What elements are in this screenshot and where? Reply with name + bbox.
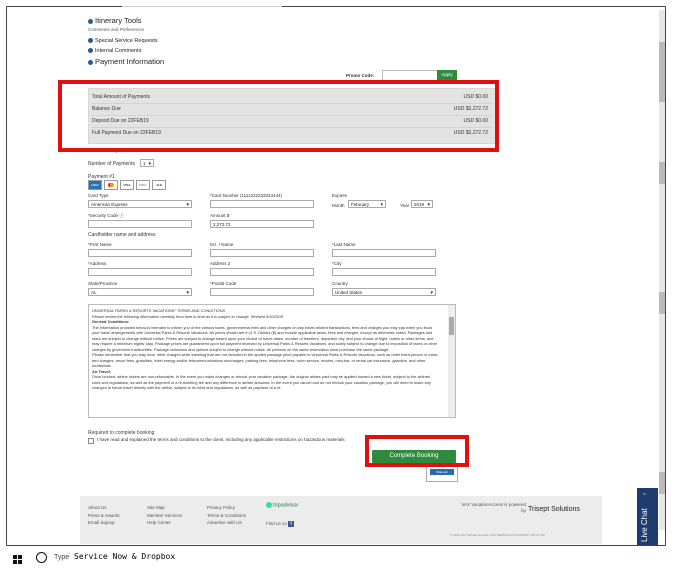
sitelock-badge[interactable]: SiteLock SECURE <box>426 466 458 482</box>
top-divider <box>122 6 282 7</box>
expires-label: Expires <box>332 193 348 198</box>
footer-link[interactable]: Site Map <box>147 504 182 512</box>
payment-info-heading[interactable]: Payment Information <box>88 57 164 66</box>
live-chat-button[interactable]: ▫ Live Chat <box>637 488 658 545</box>
address-label: *Address <box>88 261 107 266</box>
mi-label: M.I. / Name <box>210 242 234 247</box>
cortana-icon[interactable] <box>36 552 47 563</box>
discover-logo: DISC <box>136 180 150 190</box>
footer-col-2: Site Map Member Services Help Center <box>147 504 182 527</box>
num-payments-select[interactable]: 1 <box>140 159 154 168</box>
card-logos: AMEX VISA DISC JCB <box>88 180 168 190</box>
card-number-label: *Card Number (1111222233334444) <box>210 193 283 198</box>
itinerary-tools-heading[interactable]: Itinerary Tools <box>88 16 142 25</box>
security-code-input[interactable] <box>88 220 192 228</box>
footer-link[interactable]: Press & Awards <box>88 512 120 520</box>
address2-input[interactable] <box>210 268 314 276</box>
country-select[interactable]: United States <box>332 288 436 297</box>
search-hint[interactable]: Type <box>54 554 69 561</box>
internal-comments-link[interactable]: Internal Comments <box>88 48 141 54</box>
taskbar: Type Service Now & Dropbox <box>0 546 674 572</box>
last-name-label: *Last Name <box>332 242 356 247</box>
address2-label: Address 2 <box>210 261 231 266</box>
visa-logo: VISA <box>120 180 134 190</box>
required-label: Required to complete booking <box>88 430 155 436</box>
terms-checkbox[interactable] <box>88 438 94 444</box>
trisept-logo: Trisept Solutions <box>528 506 580 513</box>
terms-text: UNIVERSAL PARKS & RESORTS VACATIONS* TER… <box>92 308 439 390</box>
address-input[interactable] <box>88 268 192 276</box>
facebook-icon: f <box>288 520 295 527</box>
footer-link[interactable]: Email Signup <box>88 519 120 527</box>
card-type-select[interactable]: American Express <box>88 200 192 209</box>
circle-chevron-icon <box>88 38 93 44</box>
help-icon[interactable]: ⓘ <box>119 213 124 218</box>
amount-label: Amount $ <box>210 213 230 218</box>
city-input[interactable] <box>332 268 436 276</box>
amount-input[interactable]: 2,272.72 <box>210 220 314 228</box>
last-name-input[interactable] <box>332 249 436 257</box>
promo-label: Promo Code: <box>346 73 375 78</box>
owl-icon <box>266 502 272 508</box>
mastercard-logo <box>104 180 118 190</box>
circle-chevron-icon <box>88 59 93 65</box>
footer-col-1: About Us Press & Awards Email Signup <box>88 504 120 527</box>
footer-link[interactable]: Help Center <box>147 519 182 527</box>
apply-button[interactable]: Apply <box>437 70 457 80</box>
year-label: Year <box>400 203 410 208</box>
copyright: © 2019 VAX VacationAccess LIVE VERSION 1… <box>450 533 545 537</box>
footer-link[interactable]: About Us <box>88 504 120 512</box>
footer-col-3: Privacy Policy Terms & Conditions Advert… <box>207 504 246 527</box>
year-select[interactable]: 2019 <box>411 200 433 209</box>
card-number-input[interactable] <box>210 200 314 208</box>
country-label: Country <box>332 281 348 286</box>
city-label: *City <box>332 261 342 266</box>
first-name-input[interactable] <box>88 249 192 257</box>
cardholder-heading: Cardholder name and address <box>88 232 156 238</box>
postal-label: *Postal Code <box>210 281 237 286</box>
footer-link[interactable]: Advertise with Us <box>207 519 246 527</box>
mi-input[interactable] <box>210 249 314 257</box>
special-service-link[interactable]: Special Service Requests <box>88 38 158 44</box>
circle-chevron-icon <box>88 48 93 54</box>
terms-box[interactable]: UNIVERSAL PARKS & RESORTS VACATIONS* TER… <box>88 304 456 418</box>
powered-by-text: VAX VacationAccess is powered by <box>461 502 526 513</box>
circle-chevron-icon <box>88 18 93 24</box>
state-select[interactable]: AL <box>88 288 192 297</box>
num-payments-label: Number of Payments <box>88 161 135 167</box>
summary-highlight <box>58 80 499 152</box>
card-type-label: Card Type <box>88 193 109 198</box>
jcb-logo: JCB <box>152 180 166 190</box>
footer-link[interactable]: Terms & Conditions <box>207 512 246 520</box>
terms-scrollbar[interactable] <box>448 305 455 417</box>
footer-link[interactable]: Member Services <box>147 512 182 520</box>
amex-logo: AMEX <box>88 180 102 190</box>
comments-prefs-link[interactable]: Comments and Preferences <box>88 27 144 32</box>
postal-input[interactable] <box>210 288 314 296</box>
footer-link[interactable]: Privacy Policy <box>207 504 246 512</box>
windows-start-icon[interactable] <box>13 555 22 564</box>
page-scrollbar[interactable] <box>659 10 665 530</box>
chat-bubble-icon: ▫ <box>643 491 646 498</box>
state-label: State/Province <box>88 281 118 286</box>
complete-highlight <box>365 435 469 467</box>
month-label: Month <box>332 203 345 208</box>
month-select[interactable]: February <box>348 200 386 209</box>
terms-checkbox-label: I have read and explained the terms and … <box>97 437 345 442</box>
footer: About Us Press & Awards Email Signup Sit… <box>80 496 602 544</box>
typed-text: Service Now & Dropbox <box>74 552 176 561</box>
tripadvisor-link[interactable]: tripadvisor <box>266 502 298 510</box>
page-frame: Itinerary Tools Comments and Preferences… <box>0 0 674 572</box>
first-name-label: *First Name <box>88 242 112 247</box>
find-us-facebook[interactable]: Find us on f <box>266 520 295 528</box>
security-code-label: *Security Code ⓘ <box>88 213 124 218</box>
